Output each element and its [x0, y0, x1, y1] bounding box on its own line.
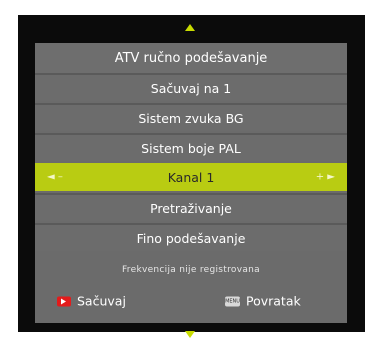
- status-message: Frekvencija nije registrovana: [35, 256, 347, 284]
- atv-manual-tuning-panel: ATV ručno podešavanje Sačuvaj na 1 Siste…: [35, 43, 347, 323]
- scroll-up-arrow-icon[interactable]: [185, 24, 195, 31]
- increase-channel-icon[interactable]: + ►: [316, 172, 335, 183]
- menu-key-icon: MENU: [225, 296, 240, 306]
- decrease-channel-icon[interactable]: ◄ –: [47, 172, 63, 183]
- menu-item-sound-system[interactable]: Sistem zvuka BG: [35, 103, 347, 131]
- red-key-icon: [57, 296, 71, 306]
- menu-item-label: Sačuvaj na 1: [150, 80, 232, 96]
- menu-item-search[interactable]: Pretraživanje: [35, 193, 347, 221]
- save-button[interactable]: Sačuvaj: [57, 294, 126, 309]
- back-button[interactable]: MENU Povratak: [225, 294, 301, 309]
- panel-title: ATV ručno podešavanje: [35, 43, 347, 73]
- menu-item-label: Pretraživanje: [150, 200, 232, 216]
- back-label: Povratak: [246, 293, 301, 309]
- footer-bar: Sačuvaj MENU Povratak: [35, 285, 347, 317]
- scroll-down-arrow-icon[interactable]: [185, 331, 195, 338]
- menu-item-channel[interactable]: ◄ – Kanal 1 + ►: [35, 163, 347, 191]
- menu-item-fine-tuning[interactable]: Fino podešavanje: [35, 223, 347, 251]
- menu-item-label: Sistem zvuka BG: [138, 110, 244, 126]
- menu-item-label: Sistem boje PAL: [141, 140, 241, 156]
- save-label: Sačuvaj: [77, 293, 126, 309]
- menu-item-label: Fino podešavanje: [136, 230, 246, 246]
- menu-item-save-to[interactable]: Sačuvaj na 1: [35, 73, 347, 101]
- menu-item-label: Kanal 1: [167, 169, 215, 185]
- menu-item-color-system[interactable]: Sistem boje PAL: [35, 133, 347, 161]
